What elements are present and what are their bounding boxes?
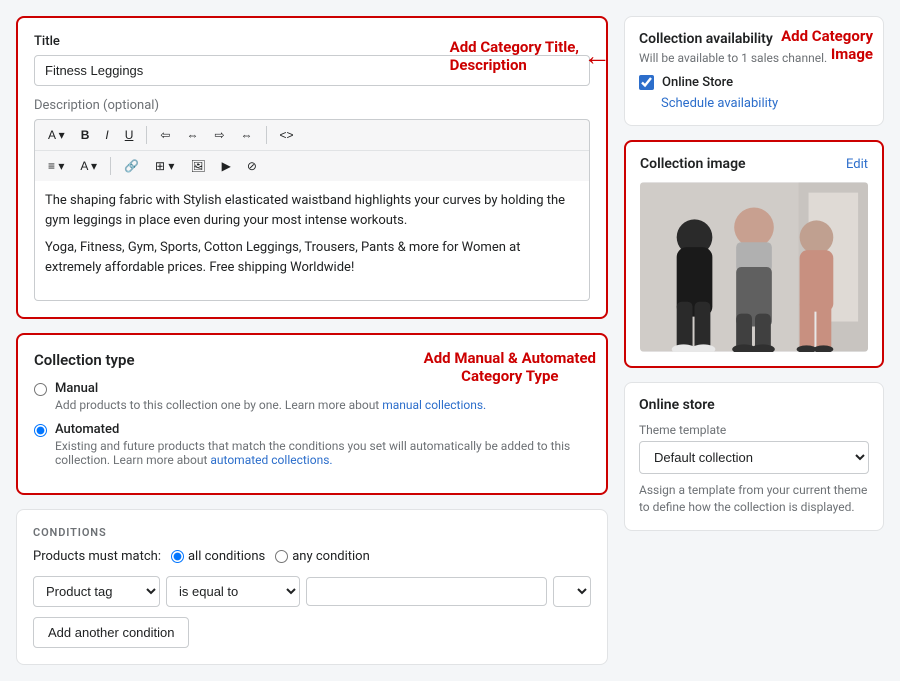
availability-title: Collection availability: [639, 31, 827, 47]
all-conditions-label: all conditions: [188, 549, 265, 564]
condition-tag-select[interactable]: Product tag Product title Product type P…: [33, 576, 160, 607]
toolbar-row-2: ≡ ▾ A ▾ 🔗 ⊞ ▾ 🖼 ▶ ⊘: [35, 151, 589, 181]
any-condition-radio[interactable]: [275, 550, 288, 563]
theme-template-desc: Assign a template from your current them…: [639, 482, 869, 516]
desc-para-1: The shaping fabric with Stylish elastica…: [45, 191, 579, 230]
ci-header: Collection image Edit: [640, 156, 868, 172]
block-btn[interactable]: ⊘: [240, 155, 264, 177]
link-btn[interactable]: 🔗: [117, 155, 146, 177]
table-btn[interactable]: ⊞ ▾: [148, 155, 181, 177]
schedule-link[interactable]: Schedule availability: [661, 96, 778, 111]
desc-para-2: Yoga, Fitness, Gym, Sports, Cotton Leggi…: [45, 238, 579, 277]
condition-extra-select[interactable]: [553, 576, 591, 607]
toolbar-row-1: A ▾ B I U ⇦ ⇔ ⇨ ⇔ <>: [35, 120, 589, 151]
collection-image-svg: [640, 182, 868, 352]
text-color-btn[interactable]: A ▾: [73, 155, 104, 177]
match-row: Products must match: all conditions any …: [33, 549, 591, 564]
availability-subtitle: Will be available to 1 sales channel.: [639, 51, 827, 65]
availability-card: Collection availability Will be availabl…: [624, 16, 884, 126]
theme-template-select[interactable]: Default collection Custom: [639, 441, 869, 474]
collection-image-title: Collection image: [640, 156, 746, 172]
automated-link[interactable]: automated collections.: [210, 453, 332, 467]
any-condition-option[interactable]: any condition: [275, 549, 370, 564]
editor-body[interactable]: The shaping fabric with Stylish elastica…: [34, 181, 590, 301]
separator2: [266, 126, 267, 144]
manual-radio[interactable]: [34, 383, 47, 396]
manual-option[interactable]: Manual Add products to this collection o…: [34, 381, 590, 412]
image-btn[interactable]: 🖼: [183, 155, 212, 177]
align-justify-btn[interactable]: ⇔: [234, 124, 260, 146]
condition-operator-select[interactable]: is equal to is not equal to contains doe…: [166, 576, 300, 607]
italic-btn[interactable]: I: [98, 124, 115, 146]
separator: [146, 126, 147, 144]
manual-label: Manual: [55, 381, 486, 396]
all-conditions-option[interactable]: all conditions: [171, 549, 265, 564]
conditions-section: CONDITIONS Products must match: all cond…: [16, 509, 608, 665]
title-label: Title: [34, 34, 590, 49]
automated-option[interactable]: Automated Existing and future products t…: [34, 422, 590, 467]
automated-radio[interactable]: [34, 424, 47, 437]
any-condition-label: any condition: [292, 549, 370, 564]
bold-btn[interactable]: B: [74, 124, 97, 146]
all-conditions-radio[interactable]: [171, 550, 184, 563]
description-label: Description (optional): [34, 98, 590, 113]
online-store-title: Online store: [639, 397, 869, 413]
valign-btn[interactable]: ≡ ▾: [41, 155, 71, 177]
online-store-checkbox[interactable]: [639, 75, 654, 90]
automated-desc: Existing and future products that match …: [55, 439, 590, 467]
collection-image-container: [640, 182, 868, 352]
title-input[interactable]: [34, 55, 590, 86]
conditions-title: CONDITIONS: [33, 526, 591, 539]
match-label: Products must match:: [33, 549, 161, 564]
condition-value-input[interactable]: [306, 577, 547, 606]
video-btn[interactable]: ▶: [215, 155, 238, 177]
font-btn[interactable]: A ▾: [41, 124, 72, 146]
theme-template-label: Theme template: [639, 423, 869, 437]
title-description-card: Add Category Title,Description ← Title D…: [16, 16, 608, 319]
align-center-btn[interactable]: ⇔: [179, 124, 205, 146]
align-left-btn[interactable]: ⇦: [153, 124, 177, 146]
online-store-availability: Online Store: [639, 75, 869, 90]
editor-toolbar: A ▾ B I U ⇦ ⇔ ⇨ ⇔ <> ≡ ▾ A ▾ 🔗: [34, 119, 590, 181]
online-store-card: Online store Theme template Default coll…: [624, 382, 884, 531]
separator3: [110, 157, 111, 175]
collection-image-card: Collection image Edit: [624, 140, 884, 368]
underline-btn[interactable]: U: [118, 124, 141, 146]
online-store-label: Online Store: [662, 75, 733, 90]
add-condition-button[interactable]: Add another condition: [33, 617, 189, 648]
manual-link[interactable]: manual collections.: [382, 398, 486, 412]
collection-type-title: Collection type: [34, 351, 590, 369]
automated-label: Automated: [55, 422, 590, 437]
align-indent-btn[interactable]: ⇨: [207, 124, 231, 146]
edit-image-link[interactable]: Edit: [846, 157, 868, 172]
manual-desc: Add products to this collection one by o…: [55, 398, 486, 412]
condition-row: Product tag Product title Product type P…: [33, 576, 591, 607]
code-btn[interactable]: <>: [273, 124, 301, 146]
collection-type-card: Add Manual & AutomatedCategory Type Coll…: [16, 333, 608, 495]
